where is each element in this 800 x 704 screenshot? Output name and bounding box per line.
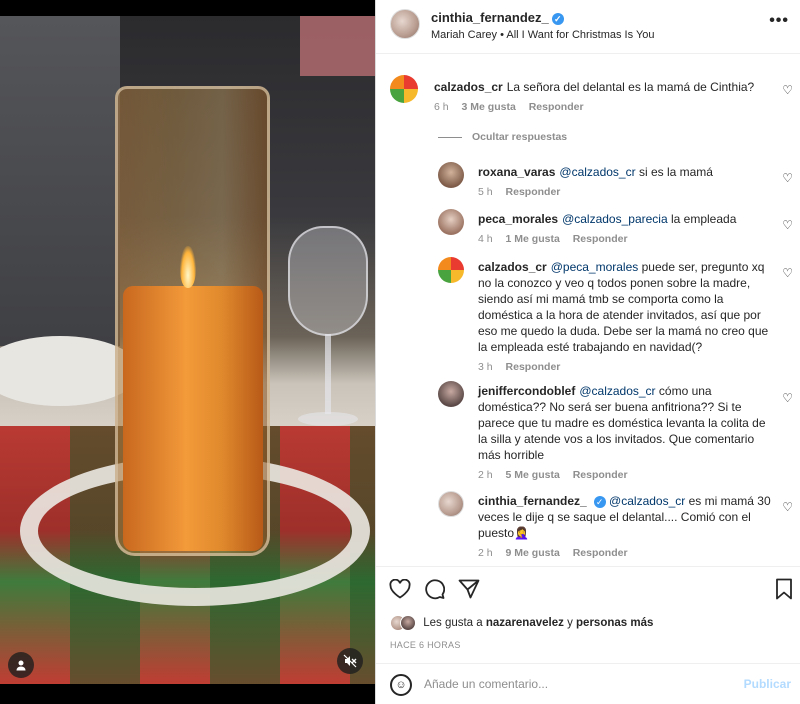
reply-button[interactable]: Responder bbox=[529, 101, 584, 113]
reply-button[interactable]: Responder bbox=[573, 547, 628, 559]
post-author-username[interactable]: cinthia_fernandez_ bbox=[431, 10, 549, 25]
comment-time[interactable]: 6 h bbox=[434, 101, 449, 113]
comment-mention[interactable]: @calzados_cr bbox=[609, 494, 685, 508]
comment-time[interactable]: 2 h bbox=[478, 547, 493, 559]
avatar[interactable] bbox=[438, 491, 464, 517]
reply-button[interactable]: Responder bbox=[573, 233, 628, 245]
comment-text: si es la mamá bbox=[638, 165, 713, 179]
hide-replies-button[interactable]: Ocultar respuestas bbox=[438, 131, 567, 143]
comment-mention[interactable]: @calzados_cr bbox=[559, 165, 635, 179]
post-video[interactable] bbox=[0, 0, 375, 704]
like-heart-icon[interactable] bbox=[388, 577, 412, 601]
heart-icon[interactable]: ♡ bbox=[782, 391, 793, 405]
heart-icon[interactable]: ♡ bbox=[782, 171, 793, 185]
comment-text: puede ser, pregunto xq no la conozco y v… bbox=[478, 260, 769, 354]
avatar[interactable] bbox=[438, 381, 464, 407]
other-likers-link[interactable]: personas más bbox=[576, 617, 653, 629]
comment-likes[interactable]: 1 Me gusta bbox=[506, 233, 560, 245]
comment-username[interactable]: peca_morales bbox=[478, 212, 558, 226]
comment-username[interactable]: roxana_varas bbox=[478, 165, 555, 179]
share-paper-plane-icon[interactable] bbox=[457, 577, 481, 601]
comment-likes[interactable]: 3 Me gusta bbox=[462, 101, 516, 113]
more-options-icon[interactable]: ••• bbox=[769, 12, 789, 30]
comment-bubble-icon[interactable] bbox=[422, 577, 446, 601]
candle-flame bbox=[180, 246, 196, 288]
comment-username[interactable]: calzados_cr bbox=[434, 80, 503, 94]
comment-time[interactable]: 3 h bbox=[478, 361, 493, 373]
publish-button[interactable]: Publicar bbox=[744, 677, 791, 691]
avatar[interactable] bbox=[438, 209, 464, 235]
comment-time[interactable]: 2 h bbox=[478, 469, 493, 481]
video-frame bbox=[0, 16, 375, 684]
heart-icon[interactable]: ♡ bbox=[782, 83, 793, 97]
verified-badge-icon: ✓ bbox=[551, 12, 564, 25]
liker-username[interactable]: nazarenavelez bbox=[486, 617, 564, 629]
post-panel: cinthia_fernandez_ ✓ Mariah Carey • All I… bbox=[375, 0, 800, 704]
comment-username[interactable]: calzados_cr bbox=[478, 260, 547, 274]
comment-mention[interactable]: @calzados_parecia bbox=[562, 212, 668, 226]
comment-likes[interactable]: 5 Me gusta bbox=[506, 469, 560, 481]
heart-icon[interactable]: ♡ bbox=[782, 218, 793, 232]
candle-wax bbox=[123, 286, 263, 551]
comments-list: calzados_cr La señora del delantal es la … bbox=[376, 55, 800, 565]
comment-time[interactable]: 4 h bbox=[478, 233, 493, 245]
reply-button[interactable]: Responder bbox=[506, 361, 561, 373]
comment-likes[interactable]: 9 Me gusta bbox=[506, 547, 560, 559]
comment-mention[interactable]: @calzados_cr bbox=[579, 384, 655, 398]
heart-icon[interactable]: ♡ bbox=[782, 266, 793, 280]
verified-badge-icon: ✓ bbox=[593, 495, 606, 508]
bookmark-icon[interactable] bbox=[772, 577, 796, 601]
comment-text: La señora del delantal es la mamá de Cin… bbox=[506, 80, 755, 94]
audio-track[interactable]: Mariah Carey • All I Want for Christmas … bbox=[431, 29, 655, 41]
reply-button[interactable]: Responder bbox=[573, 469, 628, 481]
muted-speaker-icon[interactable] bbox=[337, 648, 363, 674]
avatar[interactable] bbox=[438, 257, 464, 283]
tagged-users-icon[interactable] bbox=[8, 652, 34, 678]
emoji-icon[interactable]: ☺ bbox=[390, 674, 412, 696]
post-header: cinthia_fernandez_ ✓ Mariah Carey • All I… bbox=[376, 0, 800, 54]
post-actions: Les gusta a nazarenavelez y personas más… bbox=[376, 566, 800, 662]
comment-mention[interactable]: @peca_morales bbox=[551, 260, 639, 274]
likes-summary: Les gusta a nazarenavelez y personas más bbox=[390, 615, 653, 631]
comment-input[interactable] bbox=[424, 672, 724, 696]
comment-username[interactable]: jeniffercondoblef bbox=[478, 384, 575, 398]
add-comment-bar: ☺ Publicar bbox=[376, 663, 800, 704]
reply-button[interactable]: Responder bbox=[506, 186, 561, 198]
avatar bbox=[400, 615, 416, 631]
comment-time[interactable]: 5 h bbox=[478, 186, 493, 198]
heart-icon[interactable]: ♡ bbox=[782, 500, 793, 514]
comment-text: la empleada bbox=[670, 212, 737, 226]
avatar[interactable] bbox=[390, 9, 420, 39]
avatar[interactable] bbox=[438, 162, 464, 188]
post-timestamp[interactable]: HACE 6 HORAS bbox=[390, 640, 461, 650]
wine-glass bbox=[288, 226, 368, 426]
comment-username[interactable]: cinthia_fernandez_ bbox=[478, 494, 587, 508]
avatar[interactable] bbox=[390, 75, 418, 103]
